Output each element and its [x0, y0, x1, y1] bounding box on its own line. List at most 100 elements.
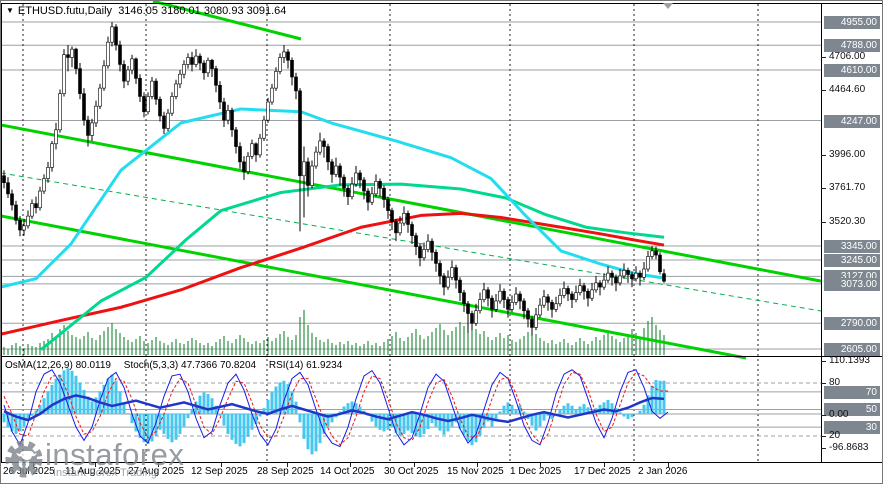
price-line-label: 3245.00	[824, 253, 880, 267]
candle-body	[422, 249, 426, 259]
candle-body	[266, 101, 270, 121]
candle-body	[642, 268, 646, 278]
axis-tick	[821, 448, 826, 449]
candle-body	[494, 300, 498, 310]
candle-body	[102, 65, 106, 89]
candle-body	[602, 279, 606, 288]
candle-body	[186, 57, 190, 65]
candle-body	[14, 204, 18, 221]
candle-body	[142, 96, 146, 113]
candle-body	[86, 119, 90, 136]
candle-body	[154, 80, 158, 100]
axis-tick	[821, 188, 826, 190]
candle-body	[98, 87, 102, 107]
candle-body	[218, 85, 222, 103]
candle-body	[650, 250, 654, 257]
candle-body	[122, 64, 126, 82]
candle-body	[2, 175, 6, 184]
candle-body	[94, 105, 98, 124]
stoch-label: Stoch(5,3,3) 47.7366 70.8204	[123, 360, 257, 371]
candle-body	[114, 26, 118, 46]
axis-tick	[821, 415, 826, 416]
price-line-label: 2790.00	[824, 317, 880, 331]
ohlc-values: 3146.05 3180.01 3080.93 3091.64	[118, 5, 287, 17]
candle-body	[234, 129, 238, 147]
candle-body	[262, 119, 266, 139]
candle-body	[238, 146, 242, 163]
candle-body	[78, 68, 82, 94]
date-tick	[350, 463, 351, 467]
symbol-timeframe-label: ETHUSD.futu,Daily	[17, 5, 113, 17]
candle-body	[314, 151, 318, 167]
candle-body	[570, 293, 574, 300]
candle-body	[634, 272, 638, 280]
candle-body	[606, 272, 610, 281]
candle-body	[178, 73, 182, 85]
candle-body	[414, 235, 418, 248]
candle-body	[258, 137, 262, 156]
oscillator-scale-label: 80	[829, 377, 841, 388]
candle-body	[70, 48, 74, 58]
candle-body	[622, 270, 626, 277]
candle-body	[506, 299, 510, 310]
candle-body	[30, 203, 34, 217]
date-label: 15 Nov 2025	[447, 466, 504, 477]
candle-body	[206, 59, 210, 74]
candle-body	[538, 304, 542, 316]
channel-support	[1, 214, 747, 360]
candle-body	[54, 129, 58, 145]
candle-body	[38, 190, 42, 209]
candle-body	[190, 57, 194, 65]
candle-body	[350, 183, 354, 197]
chart-dropdown-icon[interactable]: ▼	[6, 6, 14, 15]
candle-body	[406, 213, 410, 225]
candle-body	[306, 161, 310, 186]
candle-body	[394, 221, 398, 234]
candle-body	[194, 55, 198, 65]
candle-body	[382, 187, 386, 200]
candle-body	[466, 303, 470, 314]
candle-body	[106, 41, 110, 67]
candle-body	[470, 313, 474, 324]
candle-body	[226, 110, 230, 121]
candle-body	[250, 143, 254, 157]
axis-tick	[821, 90, 826, 92]
date-tick	[287, 463, 288, 467]
candle-body	[354, 172, 358, 185]
candle-body	[542, 296, 546, 306]
candle-body	[18, 219, 22, 231]
chart-shift-marker[interactable]	[663, 3, 673, 9]
candle-body	[590, 289, 594, 299]
candle-body	[550, 302, 554, 310]
date-tick	[221, 463, 222, 467]
candle-body	[278, 57, 282, 72]
candle-body	[610, 272, 614, 278]
candle-body	[338, 165, 342, 178]
candle-body	[34, 203, 38, 209]
price-scale-tick-label: 3761.70	[829, 182, 866, 194]
date-label: 28 Sep 2025	[257, 466, 314, 477]
candle-body	[426, 240, 430, 250]
candle-body	[166, 112, 170, 129]
date-label: 12 Sep 2025	[191, 466, 248, 477]
price-line-label: 3073.00	[824, 277, 880, 291]
candle-body	[138, 78, 142, 97]
chart-window: ▼ ETHUSD.futu,Daily 3146.05 3180.01 3080.…	[0, 0, 883, 484]
candle-body	[134, 58, 138, 79]
candle-body	[566, 288, 570, 295]
date-tick	[604, 463, 605, 467]
candle-body	[322, 140, 326, 147]
candle-body	[458, 279, 462, 293]
oscillator-scale-label: 0.00	[829, 409, 849, 420]
candle-body	[66, 54, 70, 58]
price-chart[interactable]	[1, 1, 883, 484]
candle-body	[182, 64, 186, 75]
candle-body	[22, 225, 26, 231]
candle-body	[594, 282, 598, 291]
candle-body	[174, 83, 178, 97]
date-label: 1 Dec 2025	[510, 466, 562, 477]
axis-tick	[821, 56, 826, 58]
candle-body	[74, 48, 78, 69]
oscillator-scale-label: 20	[829, 429, 841, 441]
candle-body	[6, 182, 10, 195]
